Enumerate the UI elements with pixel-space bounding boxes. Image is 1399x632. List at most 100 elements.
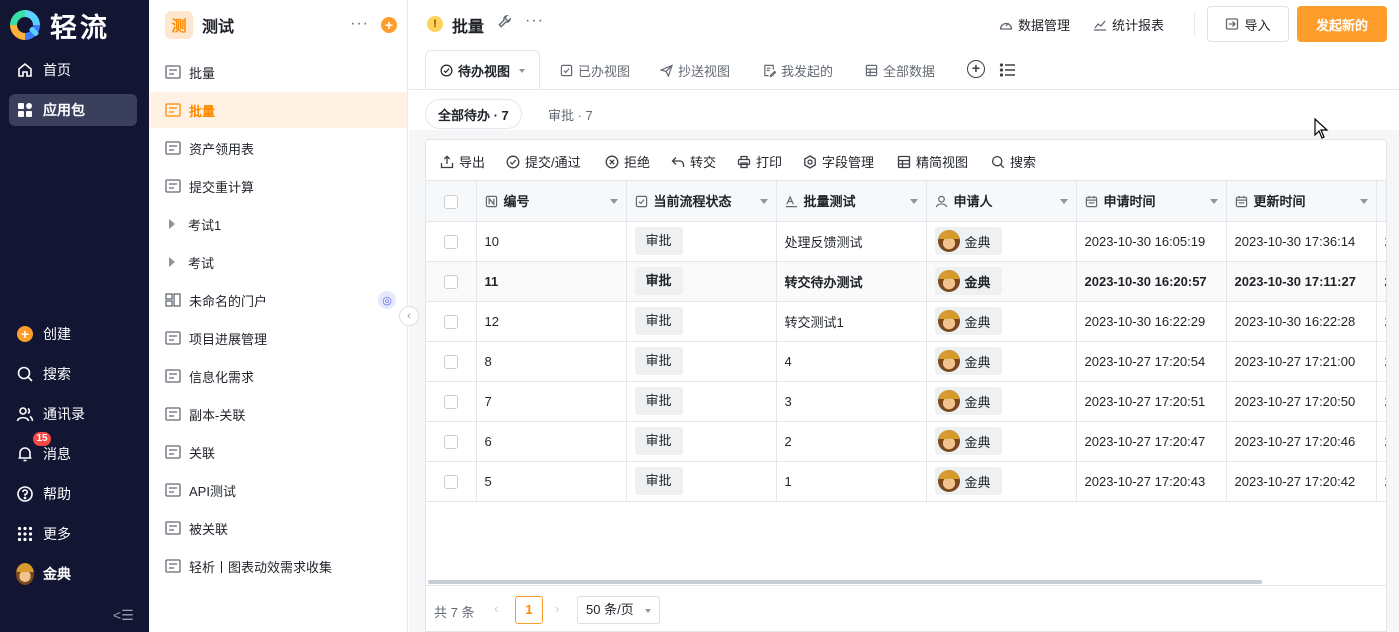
user-tag[interactable]: 金典 xyxy=(934,427,1002,455)
package-item[interactable]: 资产领用表 xyxy=(149,130,407,166)
nav-item-search[interactable]: 搜索 xyxy=(9,358,137,390)
package-item[interactable]: API测试 xyxy=(149,472,407,508)
column-header[interactable]: 编号 xyxy=(476,181,627,222)
nav-item-help[interactable]: 帮助 xyxy=(9,478,137,510)
report-link[interactable]: 统计报表 xyxy=(1093,15,1164,34)
user-tag[interactable]: 金典 xyxy=(934,307,1002,335)
new-submission-button[interactable]: 发起新的 xyxy=(1297,6,1387,42)
row-checkbox[interactable] xyxy=(443,274,458,289)
row-checkbox[interactable] xyxy=(443,354,458,369)
user-tag[interactable]: 金典 xyxy=(934,347,1002,375)
add-view-icon[interactable]: + xyxy=(967,60,985,78)
chevron-down-icon[interactable] xyxy=(519,68,526,73)
chevron-down-icon[interactable] xyxy=(1059,199,1068,204)
table-row[interactable]: 12 审批 转交测试1 金典 2023-10-30 16:22:29 2023-10-30… xyxy=(426,301,1386,342)
expand-caret-icon[interactable] xyxy=(169,257,175,267)
chevron-down-icon[interactable] xyxy=(1209,199,1218,204)
table-row[interactable]: 10 审批 处理反馈测试 金典 2023-10-30 16:05:19 2023-10-3… xyxy=(426,221,1386,262)
nav-item-more[interactable]: 更多 xyxy=(9,518,137,550)
package-item[interactable]: 提交重计算 xyxy=(149,168,407,204)
package-item[interactable]: 项目进展管理 xyxy=(149,320,407,356)
package-item[interactable]: 信息化需求 xyxy=(149,358,407,394)
created-time-cell: 2023-10-30 16:20:57 xyxy=(1076,261,1227,302)
toolbar-action[interactable]: 转交 xyxy=(671,152,716,171)
toolbar-action[interactable]: 精简视图 xyxy=(897,152,968,171)
row-checkbox[interactable] xyxy=(443,474,458,489)
user-tag[interactable]: 金典 xyxy=(934,267,1002,295)
filter-all-todo[interactable]: 全部待办 · 7 xyxy=(425,99,522,129)
next-page-icon[interactable]: › xyxy=(555,601,559,616)
package-item[interactable]: 被关联 xyxy=(149,510,407,546)
status-badge: 审批 xyxy=(634,467,683,495)
tab-view[interactable]: 抄送视图 xyxy=(660,50,730,90)
package-item[interactable]: 批量 xyxy=(149,92,407,128)
toolbar-action[interactable]: 导出 xyxy=(440,152,485,171)
column-header[interactable]: 当前流程状态 xyxy=(626,181,777,222)
toolbar-action[interactable]: 搜索 xyxy=(991,152,1036,171)
chevron-down-icon[interactable] xyxy=(1359,199,1368,204)
page-title: 批量 xyxy=(452,19,485,36)
select-all-checkbox[interactable] xyxy=(443,194,458,209)
user-tag[interactable]: 金典 xyxy=(934,467,1002,495)
prev-page-icon[interactable]: ‹ xyxy=(494,601,498,616)
nav-item-create[interactable]: + 创建 xyxy=(9,318,137,350)
nav-item-contacts[interactable]: 通讯录 xyxy=(9,398,137,430)
page-size-select[interactable]: 50 条/页 xyxy=(577,596,660,624)
nav-item-home[interactable]: 首页 xyxy=(9,54,137,86)
more-icon[interactable]: ··· xyxy=(350,15,369,33)
toolbar-action[interactable]: 拒绝 xyxy=(605,152,650,171)
view-list-icon[interactable] xyxy=(999,61,1017,82)
user-tag[interactable]: 金典 xyxy=(934,227,1002,255)
table-row[interactable]: 8 审批 4 金典 2023-10-27 17:20:54 2023-10-27 17:2… xyxy=(426,341,1386,382)
data-manage-link[interactable]: 数据管理 xyxy=(999,15,1070,34)
package-item-label: 提交重计算 xyxy=(189,179,255,195)
chevron-down-icon[interactable] xyxy=(609,199,618,204)
user-tag[interactable]: 金典 xyxy=(934,387,1002,415)
wrench-icon[interactable] xyxy=(497,14,512,32)
column-header[interactable]: 申请人 xyxy=(926,181,1077,222)
tab-view[interactable]: 全部数据 xyxy=(865,50,935,90)
report-label: 统计报表 xyxy=(1112,18,1165,33)
tab-view[interactable]: 我发起的 xyxy=(763,50,833,90)
row-checkbox[interactable] xyxy=(443,234,458,249)
add-app-icon[interactable]: + xyxy=(381,17,397,33)
package-item[interactable]: 副本-关联 xyxy=(149,396,407,432)
more-icon[interactable]: ··· xyxy=(525,12,544,30)
table-row[interactable]: 11 审批 转交待办测试 金典 2023-10-30 16:20:57 2023-10-3… xyxy=(426,261,1386,302)
current-page[interactable]: 1 xyxy=(515,596,543,624)
toolbar-action[interactable]: 打印 xyxy=(737,152,782,171)
package-item[interactable]: 未命名的门户 ◎ xyxy=(149,282,407,318)
horizontal-scrollbar[interactable] xyxy=(428,580,1262,584)
tab-view[interactable]: 已办视图 xyxy=(560,50,630,90)
tab-view[interactable]: 待办视图 xyxy=(425,50,541,90)
filter-approve[interactable]: 审批 · 7 xyxy=(548,99,593,129)
row-checkbox[interactable] xyxy=(443,314,458,329)
chevron-down-icon[interactable] xyxy=(759,199,768,204)
package-item[interactable]: 轻析丨图表动效需求收集 xyxy=(149,548,407,584)
toolbar-action[interactable]: 提交/通过 xyxy=(506,152,581,171)
column-header[interactable]: 更新时间 xyxy=(1226,181,1377,222)
package-item[interactable]: 考试 xyxy=(149,244,407,280)
package-item[interactable]: 关联 xyxy=(149,434,407,470)
nav-item-messages[interactable]: 15 消息 xyxy=(9,432,137,470)
print-icon xyxy=(737,155,756,169)
row-checkbox[interactable] xyxy=(443,394,458,409)
package-item[interactable]: 考试1 xyxy=(149,206,407,242)
column-header[interactable]: 批量测试 xyxy=(776,181,927,222)
collapse-nav-icon[interactable]: <☰ xyxy=(113,607,134,624)
nav-item-apps[interactable]: 应用包 xyxy=(9,94,137,126)
table-row[interactable]: 5 审批 1 金典 2023-10-27 17:20:43 2023-10-27 17:2… xyxy=(426,461,1386,502)
collapse-sidebar-button[interactable]: ‹ xyxy=(399,306,419,326)
expand-caret-icon[interactable] xyxy=(169,219,175,229)
row-checkbox[interactable] xyxy=(443,434,458,449)
brand[interactable]: 轻流 xyxy=(10,8,110,44)
chevron-down-icon[interactable] xyxy=(909,199,918,204)
import-button[interactable]: 导入 xyxy=(1207,6,1289,42)
toolbar-action[interactable]: 字段管理 xyxy=(803,152,874,171)
table-row[interactable]: 6 审批 2 金典 2023-10-27 17:20:47 2023-10-27 17:2… xyxy=(426,421,1386,462)
column-header[interactable]: 申请时间 xyxy=(1076,181,1227,222)
package-item[interactable]: 批量 xyxy=(149,54,407,90)
nav-item-profile[interactable]: 金典 xyxy=(9,558,137,590)
globe-icon[interactable]: ◎ xyxy=(378,291,396,309)
table-row[interactable]: 7 审批 3 金典 2023-10-27 17:20:51 2023-10-27 17:2… xyxy=(426,381,1386,422)
